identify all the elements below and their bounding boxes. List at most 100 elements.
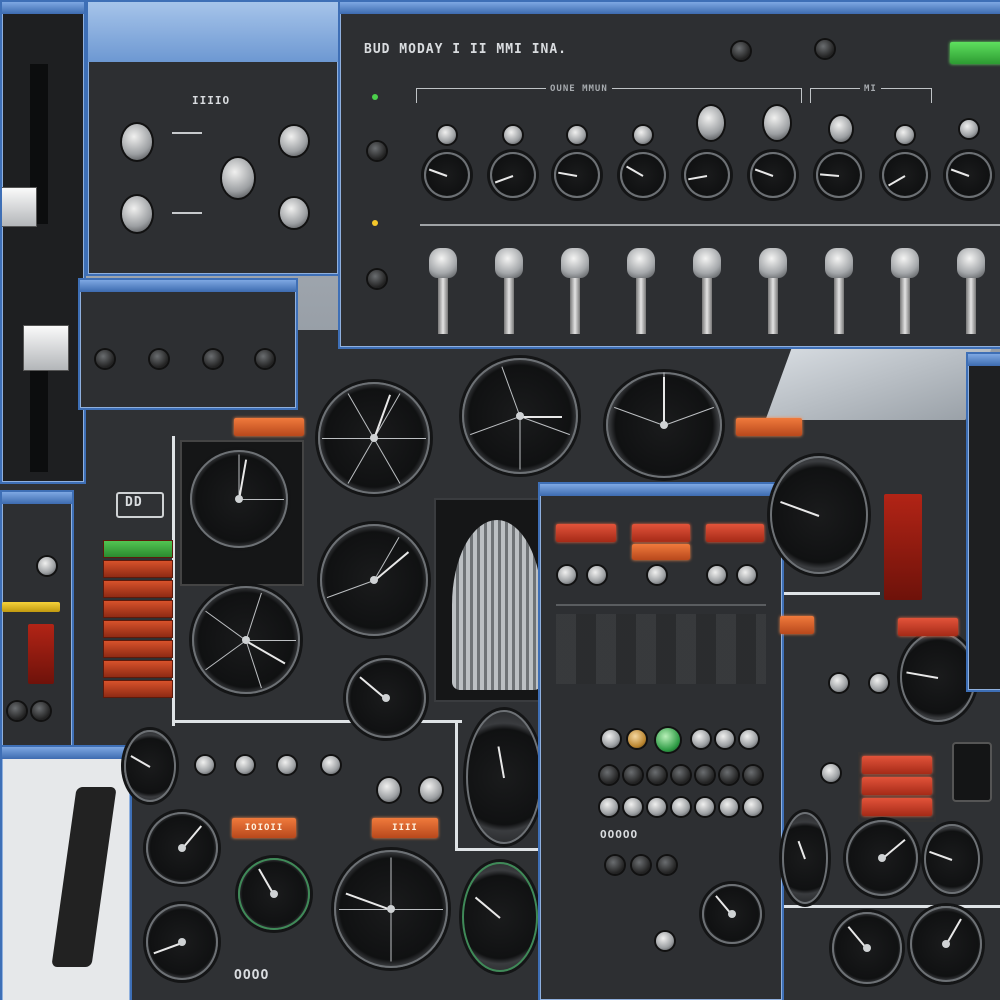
radio-knob-icon-4[interactable] xyxy=(256,350,274,368)
right-knob-icon-2[interactable] xyxy=(870,674,888,692)
console-mid-knob-icon-2[interactable] xyxy=(692,730,710,748)
radio-knob-icon-1[interactable] xyxy=(96,350,114,368)
switch-panel-side-knob-icon-1[interactable] xyxy=(368,142,386,160)
dial-selector-icon-8[interactable] xyxy=(896,126,914,144)
switch-dial-icon-7[interactable] xyxy=(816,152,862,198)
knob-panel-knob-icon-2[interactable] xyxy=(280,126,308,156)
dial-selector-icon-3[interactable] xyxy=(568,126,586,144)
console-grid-knob-icon[interactable] xyxy=(600,766,618,784)
ladder-lamp-icon xyxy=(103,600,173,618)
console-grid-knob-icon[interactable] xyxy=(696,798,714,816)
dial-selector-icon-2[interactable] xyxy=(504,126,522,144)
console-amber-knob-icon[interactable] xyxy=(628,730,646,748)
console-grid-knob-icon[interactable] xyxy=(624,798,642,816)
lever-icon-8[interactable] xyxy=(891,248,919,278)
console-mid-knob-icon-3[interactable] xyxy=(716,730,734,748)
heading-gauge-icon xyxy=(606,372,722,478)
console-grid-knob-icon[interactable] xyxy=(720,766,738,784)
lower-knob-icon-5[interactable] xyxy=(378,778,400,802)
lever-icon-2[interactable] xyxy=(495,248,523,278)
lever-icon-3[interactable] xyxy=(561,248,589,278)
throttle-handle-1[interactable] xyxy=(2,188,36,226)
dial-selector-icon-1[interactable] xyxy=(438,126,456,144)
lever-icon-1[interactable] xyxy=(429,248,457,278)
knob-panel-knob-icon-3[interactable] xyxy=(222,158,254,198)
left-knob-icon-1[interactable] xyxy=(38,557,56,575)
console-knob-icon-3[interactable] xyxy=(648,566,666,584)
knob-panel-knob-icon-4[interactable] xyxy=(122,196,152,232)
switch-dial-icon-4[interactable] xyxy=(620,152,666,198)
dial-selector-icon-9[interactable] xyxy=(960,120,978,138)
lever-icon-7[interactable] xyxy=(825,248,853,278)
vsi-gauge-icon xyxy=(320,524,428,636)
switch-dial-icon-9[interactable] xyxy=(946,152,992,198)
lower-knob-icon-2[interactable] xyxy=(236,756,254,774)
switch-dial-icon-8[interactable] xyxy=(882,152,928,198)
lower-knob-icon-6[interactable] xyxy=(420,778,442,802)
right-block-lamp-icon xyxy=(862,756,932,774)
left-caution-strip xyxy=(2,602,60,612)
console-mid-knob-icon-1[interactable] xyxy=(602,730,620,748)
lever-shaft-5 xyxy=(702,272,712,334)
console-lower-knob-icon[interactable] xyxy=(606,856,624,874)
console-knob-icon-2[interactable] xyxy=(588,566,606,584)
ladder-lamp-icon xyxy=(103,660,173,678)
console-grid-knob-icon[interactable] xyxy=(720,798,738,816)
center-console-titlebar xyxy=(540,484,782,496)
console-grid-knob-icon[interactable] xyxy=(672,798,690,816)
lower-center-gauge-icon xyxy=(334,850,448,968)
left-knob-icon-2[interactable] xyxy=(8,702,26,720)
right-mini-lamp-icon xyxy=(780,616,814,634)
lower-knob-icon-3[interactable] xyxy=(278,756,296,774)
console-switch-bank[interactable] xyxy=(556,614,766,684)
console-grid-knob-icon[interactable] xyxy=(672,766,690,784)
console-grid-knob-icon[interactable] xyxy=(648,798,666,816)
console-grid-knob-icon[interactable] xyxy=(648,766,666,784)
console-knob-icon-1[interactable] xyxy=(558,566,576,584)
dial-selector-icon-7[interactable] xyxy=(830,116,852,142)
switch-dial-icon-5[interactable] xyxy=(684,152,730,198)
dial-selector-icon-5[interactable] xyxy=(698,106,724,140)
right-toggle-box[interactable] xyxy=(952,742,992,802)
switch-dial-icon-3[interactable] xyxy=(554,152,600,198)
right-lower-gauge-icon-1 xyxy=(846,820,918,896)
ladder-lamp-icon xyxy=(103,580,173,598)
right-knob-icon-3[interactable] xyxy=(822,764,840,782)
switch-panel-top-knob-icon-1[interactable] xyxy=(732,42,750,60)
console-lower-knob-icon[interactable] xyxy=(632,856,650,874)
dial-selector-icon-6[interactable] xyxy=(764,106,790,140)
console-grid-knob-icon[interactable] xyxy=(744,798,762,816)
console-knob-icon-4[interactable] xyxy=(708,566,726,584)
knob-panel-knob-icon-5[interactable] xyxy=(280,198,308,228)
knob-panel-titlebar xyxy=(88,2,338,62)
bottom-left-handle[interactable] xyxy=(51,787,117,967)
console-grid-knob-icon[interactable] xyxy=(624,766,642,784)
switch-panel-side-knob-icon-2[interactable] xyxy=(368,270,386,288)
console-grid-knob-icon[interactable] xyxy=(696,766,714,784)
switch-dial-icon-6[interactable] xyxy=(750,152,796,198)
radio-knob-icon-2[interactable] xyxy=(150,350,168,368)
switch-panel-top-knob-icon-2[interactable] xyxy=(816,40,834,58)
lower-knob-icon-4[interactable] xyxy=(322,756,340,774)
left-knob-icon-3[interactable] xyxy=(32,702,50,720)
console-lower-knob-icon[interactable] xyxy=(658,856,676,874)
right-knob-icon-1[interactable] xyxy=(830,674,848,692)
console-mid-knob-icon-4[interactable] xyxy=(740,730,758,748)
switch-dial-icon-1[interactable] xyxy=(424,152,470,198)
throttle-handle-2[interactable] xyxy=(24,326,68,370)
lever-icon-6[interactable] xyxy=(759,248,787,278)
knob-panel-knob-icon-1[interactable] xyxy=(122,124,152,160)
console-grid-knob-icon[interactable] xyxy=(600,798,618,816)
lever-icon-5[interactable] xyxy=(693,248,721,278)
radio-knob-icon-3[interactable] xyxy=(204,350,222,368)
console-lamp-icon-2 xyxy=(632,524,690,542)
console-grid-knob-icon[interactable] xyxy=(744,766,762,784)
lever-icon-9[interactable] xyxy=(957,248,985,278)
dial-selector-icon-4[interactable] xyxy=(634,126,652,144)
lower-knob-icon-1[interactable] xyxy=(196,756,214,774)
lever-icon-4[interactable] xyxy=(627,248,655,278)
console-green-knob-icon[interactable] xyxy=(656,728,680,752)
console-knob-icon-5[interactable] xyxy=(738,566,756,584)
switch-dial-icon-2[interactable] xyxy=(490,152,536,198)
console-bottom-knob-icon[interactable] xyxy=(656,932,674,950)
